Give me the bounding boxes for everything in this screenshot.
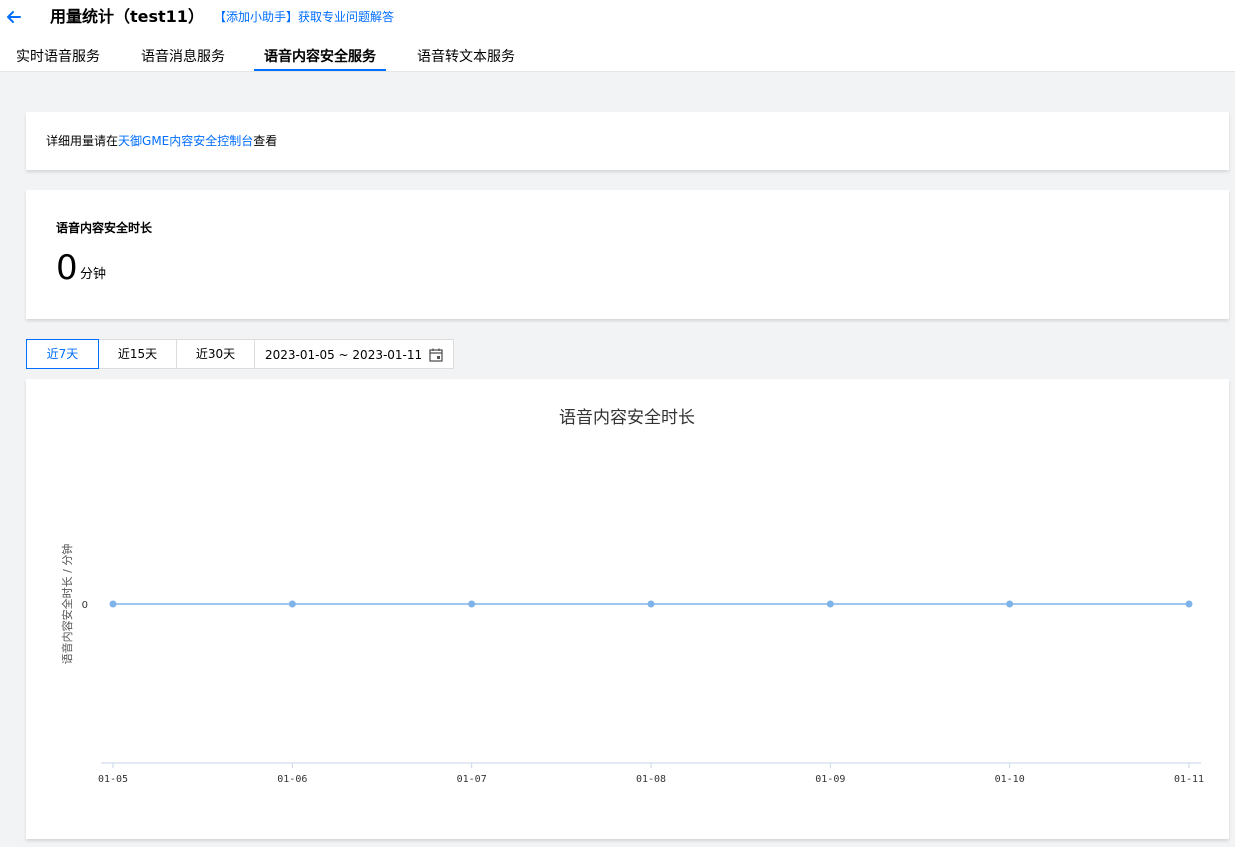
active-tab-indicator — [254, 69, 386, 71]
metric-card: 语音内容安全时长 0 分钟 — [26, 190, 1229, 319]
data-point[interactable] — [647, 600, 655, 608]
y-tick-label: 0 — [82, 600, 88, 611]
console-link[interactable]: 天御GME内容安全控制台 — [118, 134, 253, 148]
data-point[interactable] — [468, 600, 476, 608]
x-tick-label: 01-06 — [277, 774, 307, 785]
metric-value: 0 — [56, 248, 78, 288]
notice-suffix: 查看 — [253, 134, 278, 148]
data-point[interactable] — [1006, 600, 1014, 608]
range-15-days-button[interactable]: 近15天 — [98, 339, 177, 369]
usage-line-chart: 语音内容安全时长 语音内容安全时长 / 分钟 0 01-05 01-06 01-07 0… — [60, 408, 1204, 785]
data-point[interactable] — [1185, 600, 1193, 608]
x-tick-label: 01-08 — [636, 774, 666, 785]
metric-label: 语音内容安全时长 — [56, 221, 153, 235]
data-point[interactable] — [288, 600, 296, 608]
notice-card: 详细用量请在天御GME内容安全控制台查看 — [26, 112, 1229, 170]
metric-unit: 分钟 — [80, 267, 107, 282]
page-title: 用量统计（test11） — [50, 7, 204, 26]
tab-voice-content-safety[interactable]: 语音内容安全服务 — [264, 42, 376, 72]
x-tick-label: 01-10 — [995, 774, 1025, 785]
chart-title: 语音内容安全时长 — [559, 408, 695, 428]
x-tick-label: 01-05 — [98, 774, 128, 785]
tab-realtime-voice[interactable]: 实时语音服务 — [16, 42, 100, 72]
tab-voice-message[interactable]: 语音消息服务 — [141, 42, 225, 72]
x-tick-label: 01-07 — [457, 774, 487, 785]
back-arrow-icon[interactable] — [4, 7, 24, 27]
tab-speech-to-text[interactable]: 语音转文本服务 — [417, 42, 515, 72]
top-bar: 用量统计（test11） 【添加小助手】获取专业问题解答 实时语音服务 语音消息… — [0, 0, 1235, 72]
x-tick-label: 01-09 — [815, 774, 845, 785]
data-point[interactable] — [109, 600, 117, 608]
chart-card: 语音内容安全时长 语音内容安全时长 / 分钟 0 01-05 01-06 01-07 0… — [26, 379, 1229, 839]
calendar-icon — [429, 348, 443, 362]
data-point[interactable] — [826, 600, 834, 608]
notice-text: 详细用量请在天御GME内容安全控制台查看 — [46, 133, 277, 149]
helper-link[interactable]: 【添加小助手】获取专业问题解答 — [214, 9, 394, 25]
y-axis-label: 语音内容安全时长 / 分钟 — [60, 544, 74, 665]
date-range-value: 2023-01-05 ~ 2023-01-11 — [265, 348, 423, 362]
x-tick-label: 01-11 — [1174, 774, 1204, 785]
range-30-days-button[interactable]: 近30天 — [176, 339, 255, 369]
range-7-days-button[interactable]: 近7天 — [26, 339, 99, 369]
date-range-picker[interactable]: 2023-01-05 ~ 2023-01-11 — [254, 339, 454, 369]
notice-prefix: 详细用量请在 — [46, 134, 119, 148]
